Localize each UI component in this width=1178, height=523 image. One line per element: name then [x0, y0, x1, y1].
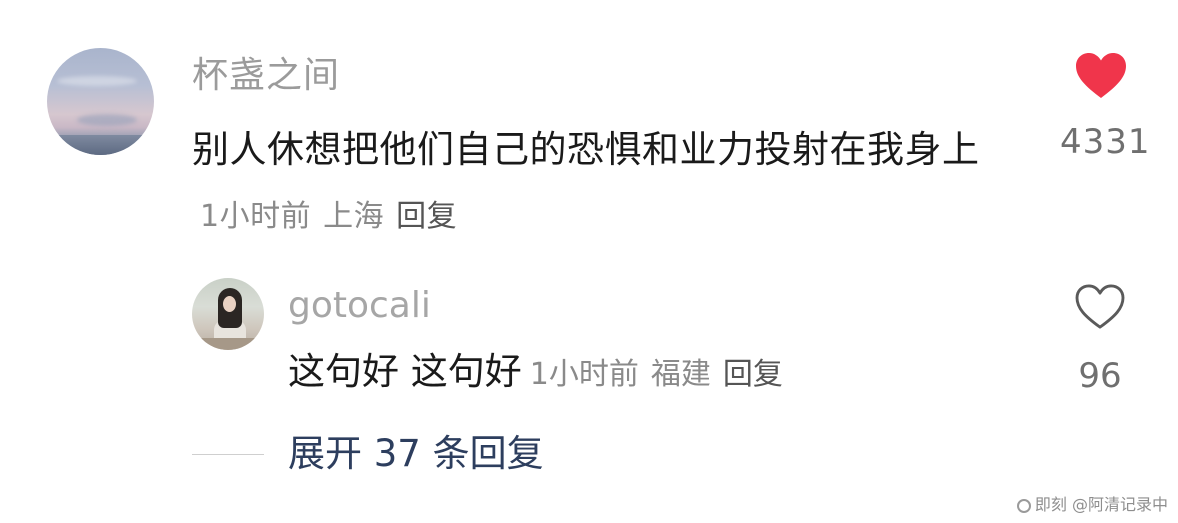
reply-button[interactable]: 回复	[396, 199, 457, 234]
comment-time: 1小时前	[200, 199, 312, 234]
reply-text: 这句好 这句好	[288, 350, 522, 393]
avatar[interactable]	[192, 278, 264, 350]
comment-body: 别人休想把他们自己的恐惧和业力投射在我身上 1小时前 上海 回复	[192, 118, 992, 249]
like-count: 96	[1078, 356, 1122, 396]
comment-text: 别人休想把他们自己的恐惧和业力投射在我身上	[192, 128, 980, 171]
like-button[interactable]: 4331	[1060, 52, 1151, 172]
avatar[interactable]	[47, 48, 154, 155]
comment-location: 上海	[323, 199, 385, 234]
reply-location: 福建	[650, 357, 711, 392]
watermark: 即刻 @阿清记录中	[1016, 491, 1168, 515]
app-logo-icon	[1016, 499, 1031, 513]
comment-meta: 1小时前 上海 回复	[200, 199, 469, 234]
like-button[interactable]: 96	[1068, 284, 1132, 404]
reply-button[interactable]: 回复	[723, 357, 783, 392]
comment-item: 杯盏之间 别人休想把他们自己的恐惧和业力投射在我身上 1小时前 上海 回复 4331	[0, 0, 1178, 240]
reply-username[interactable]: gotocali	[288, 284, 431, 328]
expand-replies-button[interactable]: 展开 37 条回复	[288, 430, 544, 478]
divider	[192, 454, 264, 455]
reply-meta: 1小时前 福建 回复	[530, 357, 795, 392]
watermark-text: 即刻 @阿清记录中	[1034, 495, 1168, 514]
like-count: 4331	[1060, 122, 1151, 162]
reply-time: 1小时前	[529, 357, 639, 392]
reply-body: 这句好 这句好 1小时前 福建 回复	[288, 344, 795, 403]
comment-username[interactable]: 杯盏之间	[192, 54, 340, 98]
heart-outline-icon[interactable]	[1075, 284, 1125, 330]
heart-filled-icon[interactable]	[1075, 52, 1127, 100]
reply-item: gotocali 这句好 这句好 1小时前 福建 回复 96	[0, 270, 1178, 410]
